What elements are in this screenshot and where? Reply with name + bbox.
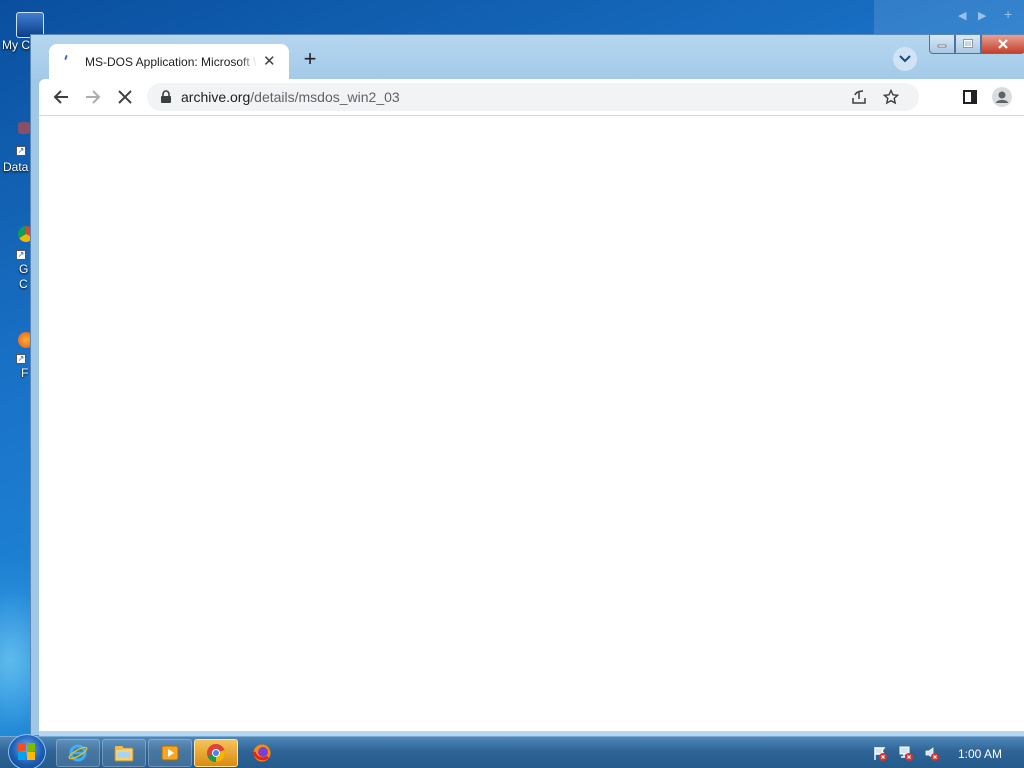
page-content[interactable] (39, 115, 1024, 731)
lock-icon (161, 90, 171, 103)
app-icon (18, 122, 30, 134)
restore-icon (963, 39, 973, 48)
shortcut-arrow-icon: ↗ (16, 250, 26, 260)
taskbar-media-player[interactable] (148, 739, 192, 767)
forward-arrow-icon: ▶ (978, 10, 987, 22)
system-tray (872, 745, 940, 761)
forward-button[interactable] (79, 83, 107, 111)
network-disconnected-icon[interactable] (898, 745, 914, 761)
taskbar-chrome[interactable] (194, 739, 238, 767)
chevron-down-icon (899, 55, 911, 63)
taskbar-internet-explorer[interactable] (56, 739, 100, 767)
shortcut-arrow-icon: ↗ (16, 354, 26, 364)
share-icon[interactable] (851, 89, 867, 105)
firefox-icon (252, 744, 271, 762)
address-bar[interactable]: archive.org/details/msdos_win2_03 (147, 83, 919, 111)
tab-title: MS-DOS Application: Microsoft W (85, 54, 257, 69)
media-player-icon (161, 745, 179, 761)
minimize-icon (937, 44, 947, 48)
background-window-edge: ◀ ▶ + (874, 0, 1024, 34)
close-icon (998, 39, 1008, 49)
bookmark-star-icon[interactable] (883, 89, 899, 105)
url-path: /details/msdos_win2_03 (250, 89, 400, 105)
loading-favicon-icon (61, 54, 77, 70)
browser-window: MS-DOS Application: Microsoft W ✕ + arch… (30, 34, 1024, 737)
tab-strip: MS-DOS Application: Microsoft W ✕ + (31, 35, 1024, 79)
action-center-flag-icon[interactable] (872, 745, 888, 761)
plus-icon: + (1004, 6, 1013, 22)
new-tab-button[interactable]: + (299, 48, 321, 70)
side-panel-icon (963, 90, 977, 104)
taskbar-firefox[interactable] (240, 739, 284, 767)
tab-active[interactable]: MS-DOS Application: Microsoft W ✕ (49, 44, 289, 79)
folder-icon (114, 746, 134, 762)
tab-search-button[interactable] (893, 47, 917, 71)
forward-arrow-icon (86, 90, 101, 104)
back-arrow-icon (53, 90, 68, 104)
windows-logo-icon (18, 743, 36, 761)
label-line-1: G (19, 262, 29, 276)
minimize-button[interactable] (929, 35, 955, 54)
profile-avatar-icon (992, 87, 1012, 107)
url-text[interactable]: archive.org/details/msdos_win2_03 (181, 89, 400, 105)
close-button[interactable] (981, 35, 1024, 54)
shortcut-arrow-icon: ↗ (16, 146, 26, 156)
side-panel-button[interactable] (956, 83, 984, 111)
maximize-button[interactable] (955, 35, 981, 54)
chrome-icon (207, 744, 226, 762)
volume-muted-icon[interactable] (924, 745, 940, 761)
stop-icon (118, 90, 132, 104)
back-arrow-icon: ◀ (958, 10, 967, 22)
stop-loading-button[interactable] (111, 83, 139, 111)
menu-button[interactable] (1019, 83, 1024, 111)
label-line-2: C (19, 277, 28, 291)
back-button[interactable] (47, 83, 75, 111)
clock[interactable]: 1:00 AM (958, 747, 1002, 761)
taskbar-file-explorer[interactable] (102, 739, 146, 767)
url-host: archive.org (181, 89, 251, 105)
profile-button[interactable] (988, 83, 1016, 111)
browser-toolbar: archive.org/details/msdos_win2_03 (39, 79, 1024, 115)
tab-close-icon[interactable]: ✕ (263, 54, 276, 69)
window-controls (929, 35, 1024, 55)
start-button[interactable] (8, 734, 46, 768)
taskbar: 1:00 AM (0, 734, 1024, 768)
internet-explorer-icon (68, 744, 88, 762)
